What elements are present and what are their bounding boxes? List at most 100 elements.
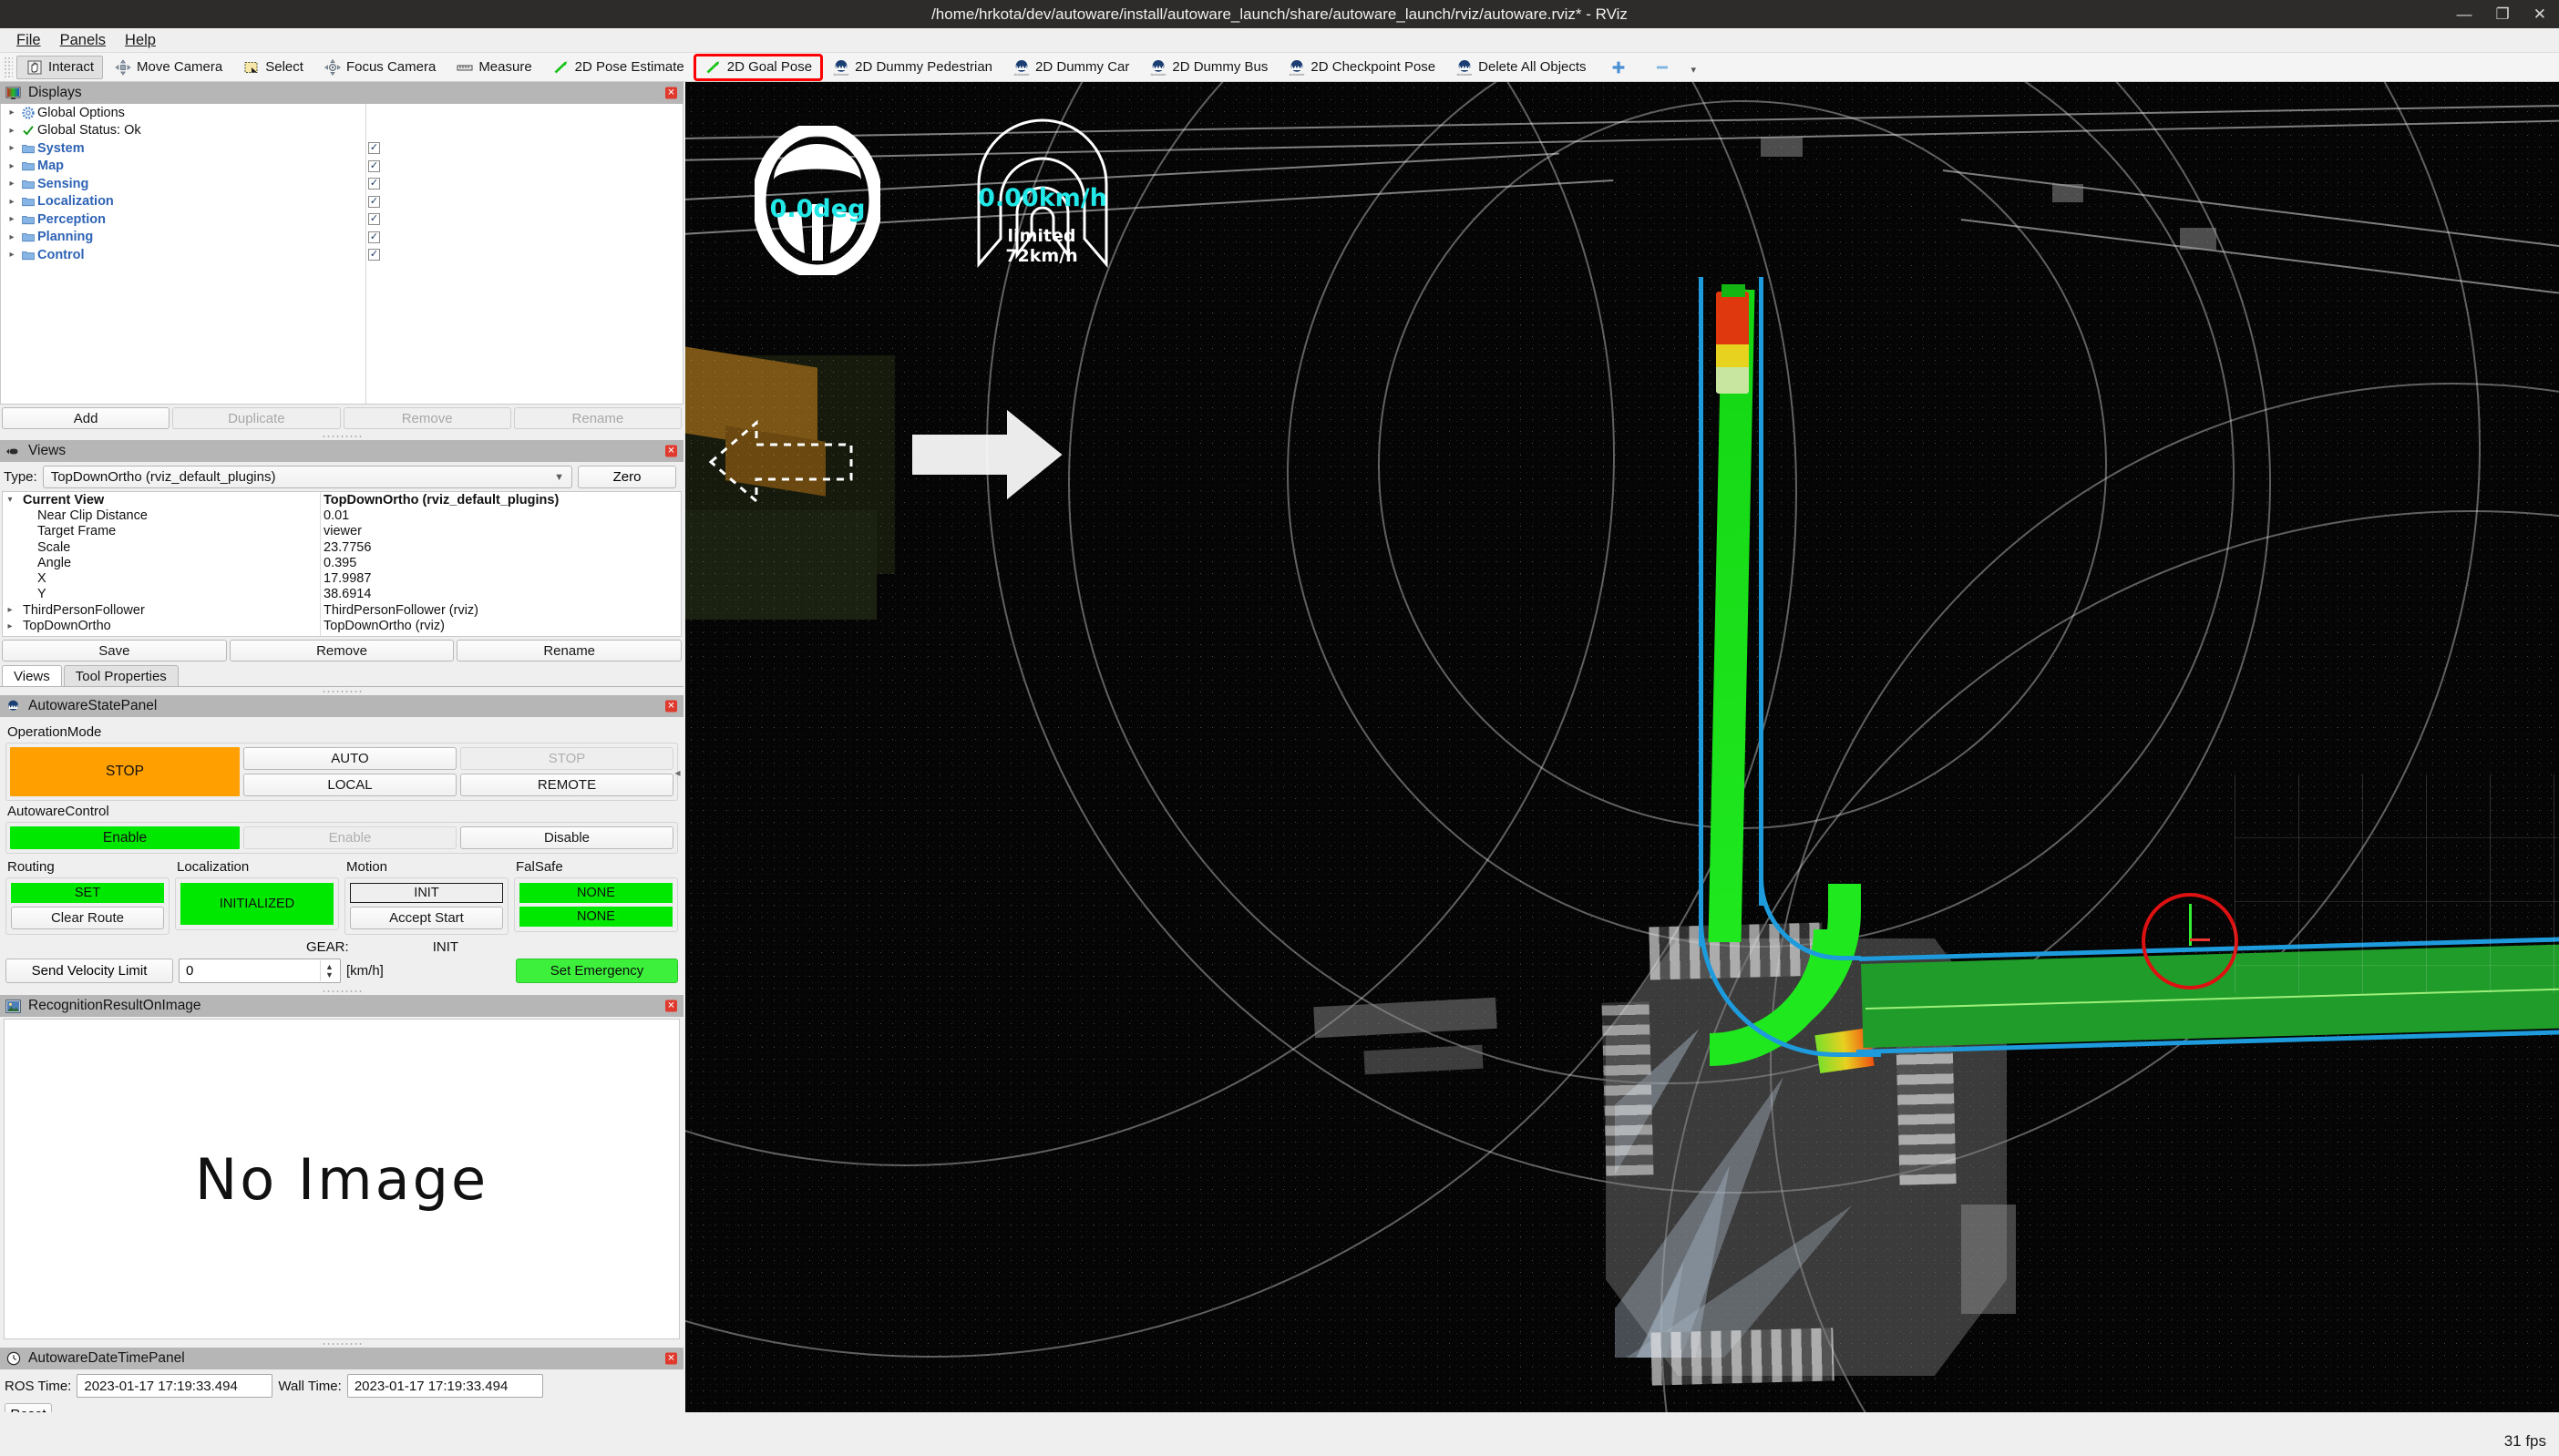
expander-icon[interactable]: ▸ [5, 214, 19, 224]
close-icon[interactable]: ✕ [665, 1352, 677, 1365]
tab-tool-properties[interactable]: Tool Properties [63, 665, 179, 686]
view-type-select[interactable]: TopDownOrtho (rviz_default_plugins) ▼ [42, 466, 572, 488]
expander-icon[interactable]: ▸ [5, 197, 19, 207]
tree-row-planning[interactable]: ▸ Planning ✓ [1, 229, 683, 247]
tree-row-sensing[interactable]: ▸ Sensing ✓ [1, 175, 683, 193]
views-row-third-person-follower[interactable]: ▸ ThirdPersonFollower ThirdPersonFollowe… [3, 602, 681, 618]
views-button-row: Save Remove Rename [0, 637, 683, 664]
close-icon[interactable]: ✕ [665, 700, 677, 713]
toolbar-overflow-button[interactable]: ▾ [1685, 57, 1703, 81]
clear-route-button[interactable]: Clear Route [11, 907, 164, 929]
operation-mode-local-button[interactable]: LOCAL [243, 774, 457, 796]
views-row-current-view[interactable]: ▾ Current View TopDownOrtho (rviz_defaul… [3, 492, 681, 508]
expander-icon[interactable]: ▸ [3, 621, 17, 631]
views-row-top-down-ortho[interactable]: ▸ TopDownOrtho TopDownOrtho (rviz) [3, 618, 681, 633]
tool-measure[interactable]: Measure [447, 56, 540, 79]
tool-select[interactable]: Select [233, 56, 313, 79]
wall-time-field[interactable]: 2023-01-17 17:19:33.494 [346, 1374, 543, 1398]
zero-view-button[interactable]: Zero [578, 466, 676, 488]
tool-delete-all-objects[interactable]: Autoware Delete All Objects [1446, 56, 1595, 79]
send-velocity-limit-button[interactable]: Send Velocity Limit [5, 959, 173, 983]
autoware-control-disable-button[interactable]: Disable [460, 826, 673, 849]
remove-tool-button[interactable] [1641, 56, 1683, 79]
tree-row-system[interactable]: ▸ System ✓ [1, 139, 683, 158]
operation-mode-auto-button[interactable]: AUTO [243, 747, 457, 770]
views-row-x[interactable]: X 17.9987 [3, 570, 681, 586]
visibility-checkbox[interactable]: ✓ [368, 231, 380, 243]
toolbar-drag-handle[interactable] [4, 56, 13, 78]
close-button[interactable]: ✕ [2533, 6, 2546, 22]
expander-icon[interactable]: ▸ [5, 143, 19, 153]
visibility-checkbox[interactable]: ✓ [368, 213, 380, 226]
remove-view-button[interactable]: Remove [229, 640, 455, 661]
close-icon[interactable]: ✕ [665, 87, 677, 99]
spinner-arrows[interactable]: ▲ ▼ [320, 960, 338, 981]
tool-2d-checkpoint-pose[interactable]: Autoware 2D Checkpoint Pose [1279, 56, 1444, 79]
rename-view-button[interactable]: Rename [457, 640, 683, 661]
expander-icon[interactable]: ▸ [3, 605, 17, 615]
views-row-target-frame[interactable]: Target Frame viewer [3, 524, 681, 539]
accept-start-button[interactable]: Accept Start [350, 907, 503, 929]
autoware-control-enable-button[interactable]: Enable [243, 826, 457, 849]
minimize-button[interactable]: — [2457, 6, 2472, 22]
dock-splitter-state-recog[interactable] [0, 987, 683, 995]
tool-interact[interactable]: Interact [16, 55, 104, 79]
expander-icon[interactable]: ▾ [3, 495, 17, 505]
dock-splitter-displays-views[interactable] [0, 432, 683, 440]
expander-icon[interactable]: ▸ [5, 126, 19, 136]
visibility-checkbox[interactable]: ✓ [368, 178, 380, 190]
menu-panels[interactable]: Panels [53, 30, 118, 51]
velocity-limit-input[interactable]: 0 ▲ ▼ [179, 959, 341, 983]
rename-display-button[interactable]: Rename [513, 407, 682, 429]
visibility-checkbox[interactable]: ✓ [368, 195, 380, 208]
expander-icon[interactable]: ▸ [5, 179, 19, 189]
remove-display-button[interactable]: Remove [343, 407, 511, 429]
tool-2d-dummy-bus[interactable]: Autoware 2D Dummy Bus [1140, 56, 1277, 79]
menu-file[interactable]: File [9, 30, 53, 51]
tab-views[interactable]: Views [2, 665, 62, 686]
displays-tree[interactable]: ▸ Global Options ▸ Global Status: Ok ▸ S… [0, 104, 683, 405]
expander-icon[interactable]: ▸ [5, 108, 19, 118]
views-row-near-clip-distance[interactable]: Near Clip Distance 0.01 [3, 508, 681, 523]
set-emergency-button[interactable]: Set Emergency [516, 959, 678, 983]
tool-move-camera[interactable]: Move Camera [105, 56, 231, 79]
tool-2d-dummy-pedestrian[interactable]: Autoware 2D Dummy Pedestrian [823, 56, 1002, 79]
expander-icon[interactable]: ▸ [5, 232, 19, 242]
views-row-angle[interactable]: Angle 0.395 [3, 555, 681, 570]
tree-row-global-status[interactable]: ▸ Global Status: Ok [1, 122, 683, 140]
menu-help[interactable]: Help [118, 30, 168, 51]
visibility-checkbox[interactable]: ✓ [368, 142, 380, 155]
left-dock-collapse-handle[interactable]: ◂ [672, 753, 683, 793]
tree-row-global-options[interactable]: ▸ Global Options [1, 104, 683, 122]
close-icon[interactable]: ✕ [665, 445, 677, 457]
add-display-button[interactable]: Add [2, 407, 170, 429]
spinner-down-icon[interactable]: ▼ [325, 970, 334, 979]
tool-2d-pose-estimate[interactable]: 2D Pose Estimate [543, 56, 694, 79]
views-properties-table[interactable]: ▾ Current View TopDownOrtho (rviz_defaul… [2, 491, 682, 637]
visibility-checkbox[interactable]: ✓ [368, 249, 380, 261]
render-viewport-3d[interactable]: 0.0deg 0.00km/h limited 72km/h [685, 82, 2559, 1412]
views-row-value: TopDownOrtho (rviz_default_plugins) [324, 492, 560, 508]
tool-focus-camera[interactable]: Focus Camera [314, 56, 445, 79]
expander-icon[interactable]: ▸ [5, 250, 19, 260]
dock-splitter-recog-datetime[interactable] [0, 1339, 683, 1348]
add-tool-button[interactable] [1598, 56, 1639, 79]
tool-2d-dummy-car[interactable]: Autoware 2D Dummy Car [1003, 56, 1138, 79]
expander-icon[interactable]: ▸ [5, 161, 19, 171]
maximize-button[interactable]: ❐ [2496, 6, 2510, 22]
save-view-button[interactable]: Save [2, 640, 227, 661]
ros-time-field[interactable]: 2023-01-17 17:19:33.494 [77, 1374, 273, 1398]
tool-2d-goal-pose[interactable]: 2D Goal Pose [693, 53, 824, 81]
tree-row-map[interactable]: ▸ Map ✓ [1, 158, 683, 176]
close-icon[interactable]: ✕ [665, 1000, 677, 1012]
tree-row-control[interactable]: ▸ Control ✓ [1, 246, 683, 264]
operation-mode-remote-button[interactable]: REMOTE [460, 774, 673, 796]
views-row-scale[interactable]: Scale 23.7756 [3, 539, 681, 555]
tree-row-localization[interactable]: ▸ Localization ✓ [1, 193, 683, 211]
visibility-checkbox[interactable]: ✓ [368, 159, 380, 172]
views-row-y[interactable]: Y 38.6914 [3, 587, 681, 602]
dock-splitter-views-state[interactable] [0, 687, 683, 695]
tree-row-perception[interactable]: ▸ Perception ✓ [1, 210, 683, 229]
operation-mode-stop-button[interactable]: STOP [460, 747, 673, 770]
duplicate-display-button[interactable]: Duplicate [172, 407, 341, 429]
